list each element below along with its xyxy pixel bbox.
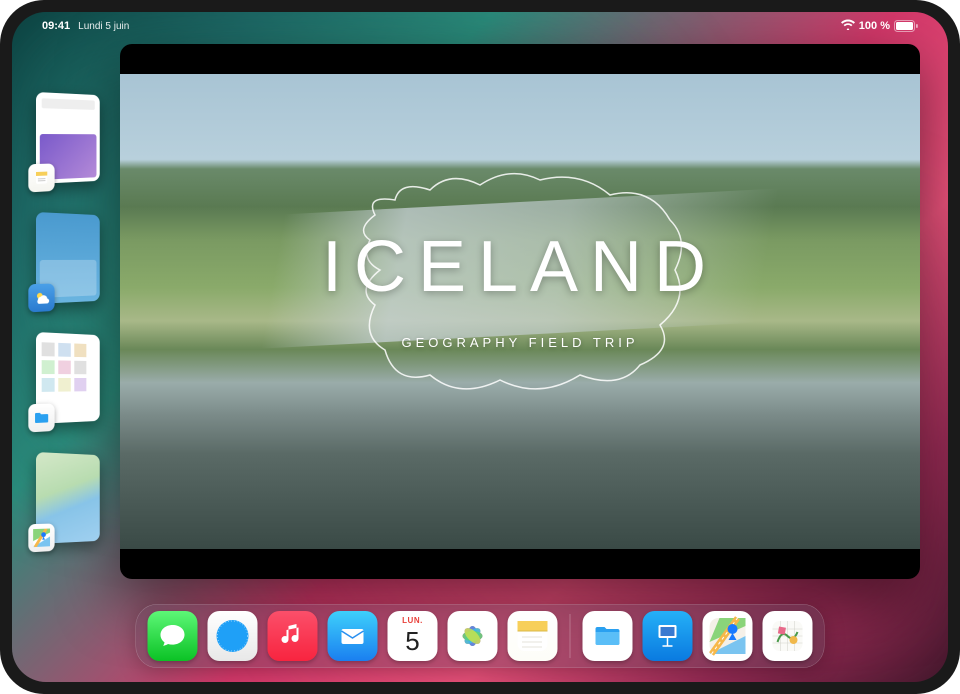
mail-icon bbox=[338, 621, 368, 651]
dock-separator bbox=[570, 614, 571, 658]
freeform-icon bbox=[768, 616, 808, 656]
weather-icon bbox=[28, 283, 54, 312]
dock-files[interactable] bbox=[583, 611, 633, 661]
stage-manager-strip bbox=[36, 92, 114, 544]
files-app-icon bbox=[591, 619, 625, 653]
safari-icon bbox=[213, 616, 253, 656]
status-bar: 09:41 Lundi 5 juin 100 % bbox=[12, 12, 948, 36]
slide-title: ICELAND bbox=[322, 226, 718, 308]
dock-messages[interactable] bbox=[148, 611, 198, 661]
dock-mail[interactable] bbox=[328, 611, 378, 661]
slide-subtitle: GEOGRAPHY FIELD TRIP bbox=[401, 335, 638, 350]
stage-item-files[interactable] bbox=[36, 332, 100, 424]
slide-content: ICELAND GEOGRAPHY FIELD TRIP bbox=[120, 74, 920, 549]
calendar-month: LUN. bbox=[388, 616, 438, 625]
stage-item-maps[interactable] bbox=[36, 452, 100, 544]
ipad-frame: 09:41 Lundi 5 juin 100 % bbox=[0, 0, 960, 694]
keynote-presentation-window[interactable]: ICELAND GEOGRAPHY FIELD TRIP bbox=[120, 44, 920, 579]
maps-icon bbox=[28, 523, 54, 552]
music-icon bbox=[279, 622, 307, 650]
dock-notes[interactable] bbox=[508, 611, 558, 661]
stage-item-notes[interactable] bbox=[36, 92, 100, 184]
dock-photos[interactable] bbox=[448, 611, 498, 661]
dock-keynote[interactable] bbox=[643, 611, 693, 661]
calendar-day: 5 bbox=[388, 626, 438, 657]
dock-safari[interactable] bbox=[208, 611, 258, 661]
wifi-icon bbox=[841, 19, 855, 33]
files-icon bbox=[28, 403, 54, 432]
notes-app-icon bbox=[513, 616, 553, 656]
photos-icon bbox=[455, 618, 491, 654]
screen: 09:41 Lundi 5 juin 100 % bbox=[12, 12, 948, 682]
status-date: Lundi 5 juin bbox=[78, 21, 129, 32]
status-time: 09:41 bbox=[42, 20, 70, 32]
dock-freeform[interactable] bbox=[763, 611, 813, 661]
maps-app-icon bbox=[706, 614, 750, 658]
dock-maps[interactable] bbox=[703, 611, 753, 661]
battery-icon bbox=[894, 20, 918, 32]
notes-icon bbox=[28, 163, 54, 192]
battery-label: 100 % bbox=[859, 20, 890, 32]
dock-music[interactable] bbox=[268, 611, 318, 661]
dock-calendar[interactable]: LUN. 5 bbox=[388, 611, 438, 661]
dock: LUN. 5 bbox=[136, 604, 825, 668]
stage-item-weather[interactable] bbox=[36, 212, 100, 304]
keynote-icon bbox=[653, 621, 683, 651]
messages-icon bbox=[157, 620, 189, 652]
